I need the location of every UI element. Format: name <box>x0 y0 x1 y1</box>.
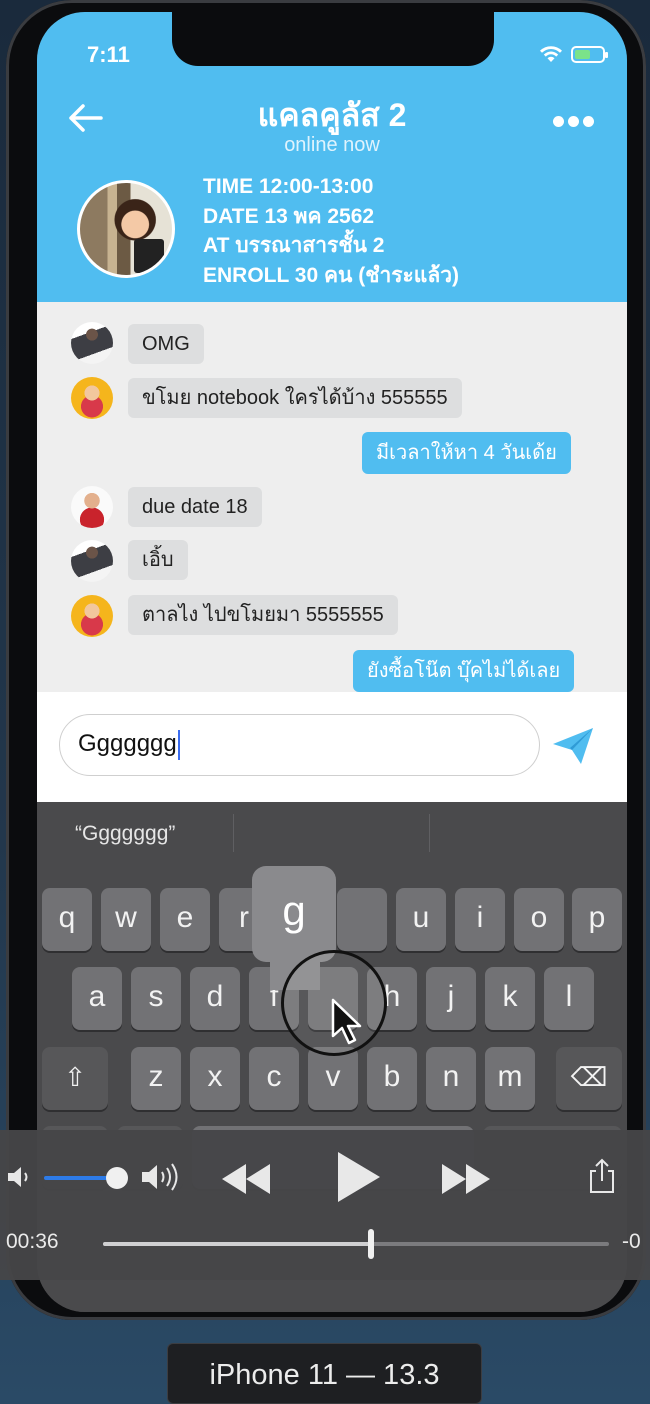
phone-screen: 7:11 แคลคูลัส 2 online now TIME 12:00-13… <box>37 12 627 1312</box>
message-bubble-sent: มีเวลาให้หา 4 วันเด้ย <box>362 432 571 474</box>
key-b[interactable]: b <box>367 1047 417 1110</box>
key-d[interactable]: d <box>190 967 240 1030</box>
more-options-icon[interactable] <box>553 116 594 127</box>
wifi-icon <box>540 46 562 62</box>
user-1-avatar[interactable] <box>71 540 113 582</box>
message-bubble: ขโมย notebook ใครได้บ้าง 555555 <box>128 378 462 418</box>
share-icon[interactable] <box>588 1158 616 1194</box>
user-2-avatar[interactable] <box>71 595 113 637</box>
user-2-avatar[interactable] <box>71 377 113 419</box>
suggestion-divider <box>429 814 430 852</box>
shift-key[interactable]: ⇧ <box>42 1047 108 1110</box>
volume-low-icon[interactable] <box>6 1164 34 1190</box>
key-x[interactable]: x <box>190 1047 240 1110</box>
elapsed-time: 00:36 <box>6 1230 59 1253</box>
key-z[interactable]: z <box>131 1047 181 1110</box>
notch <box>172 12 494 66</box>
scrubber-progress <box>103 1242 371 1246</box>
key-q[interactable]: q <box>42 888 92 951</box>
key-c[interactable]: c <box>249 1047 299 1110</box>
scrubber-knob[interactable] <box>368 1229 374 1259</box>
key-a[interactable]: a <box>72 967 122 1030</box>
message-bubble: เอิ้บ <box>128 540 188 580</box>
play-icon[interactable] <box>334 1150 382 1204</box>
volume-high-icon[interactable] <box>140 1162 184 1192</box>
iphone-frame: 7:11 แคลคูลัส 2 online now TIME 12:00-13… <box>6 0 646 1320</box>
message-list[interactable]: OMG ขโมย notebook ใครได้บ้าง 555555 มีเว… <box>37 302 627 692</box>
message-bubble: ตาลไง ไปขโมยมา 5555555 <box>128 595 398 635</box>
session-info: TIME 12:00-13:00 DATE 13 พค 2562 AT บรรณ… <box>203 172 459 290</box>
key-u[interactable]: u <box>396 888 446 951</box>
status-icons <box>539 45 608 63</box>
key-p[interactable]: p <box>572 888 622 951</box>
message-input[interactable]: Ggggggg <box>59 714 540 776</box>
backspace-key[interactable]: ⌫ <box>556 1047 622 1110</box>
session-date: DATE 13 พค 2562 <box>203 204 375 228</box>
key-w[interactable]: w <box>101 888 151 951</box>
composer-bar: Ggggggg <box>37 692 627 802</box>
user-1-avatar[interactable] <box>71 322 113 364</box>
simulator-device-label: iPhone 11 — 13.3 <box>167 1343 482 1404</box>
message-bubble-sent: ยังซื้อโน๊ต บุ๊คไม่ได้เลย <box>353 650 575 692</box>
battery-icon <box>571 45 608 63</box>
key-popup: g <box>252 866 336 962</box>
message-input-value: Ggggggg <box>78 730 177 757</box>
status-time: 7:11 <box>87 42 130 67</box>
remaining-time: -0 <box>622 1230 641 1253</box>
key-j[interactable]: j <box>426 967 476 1030</box>
volume-knob[interactable] <box>106 1167 128 1189</box>
suggestion-item[interactable]: “Ggggggg” <box>75 822 175 846</box>
message-bubble: due date 18 <box>128 487 262 527</box>
media-controls: 00:36 -0 <box>0 1130 650 1280</box>
session-enroll: ENROLL 30 คน (ชำระแล้ว) <box>203 263 459 287</box>
rewind-icon[interactable] <box>220 1162 272 1196</box>
online-status: online now <box>284 134 380 156</box>
key-n[interactable]: n <box>426 1047 476 1110</box>
key-m[interactable]: m <box>485 1047 535 1110</box>
suggestion-bar: “Ggggggg” <box>37 802 627 866</box>
key-v[interactable]: v <box>308 1047 358 1110</box>
key-k[interactable]: k <box>485 967 535 1030</box>
session-time: TIME 12:00-13:00 <box>203 175 374 198</box>
key-s[interactable]: s <box>131 967 181 1030</box>
message-bubble: OMG <box>128 324 204 364</box>
group-avatar <box>77 180 175 278</box>
key-o[interactable]: o <box>514 888 564 951</box>
key-e[interactable]: e <box>160 888 210 951</box>
user-3-avatar[interactable] <box>71 486 113 528</box>
mouse-pointer-icon <box>331 998 362 1045</box>
key-i[interactable]: i <box>455 888 505 951</box>
key-y[interactable] <box>337 888 387 951</box>
session-location: AT บรรณาสารชั้น 2 <box>203 234 385 257</box>
text-caret <box>177 729 180 760</box>
fast-forward-icon[interactable] <box>440 1162 492 1196</box>
send-icon[interactable] <box>551 726 595 766</box>
key-l[interactable]: l <box>544 967 594 1030</box>
suggestion-divider <box>233 814 234 852</box>
